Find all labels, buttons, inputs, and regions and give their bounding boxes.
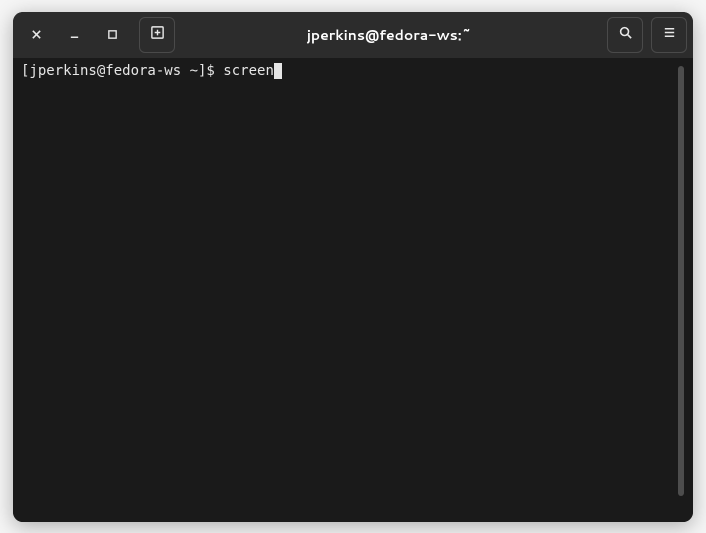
hamburger-menu-icon — [662, 25, 677, 45]
terminal-content[interactable]: [jperkins@fedora-ws ~]$ screen — [21, 62, 677, 518]
shell-prompt: [jperkins@fedora-ws ~]$ — [21, 63, 223, 79]
minimize-icon — [69, 29, 80, 40]
minimize-button[interactable] — [57, 18, 91, 52]
menu-button[interactable] — [651, 17, 687, 53]
typed-command: screen — [223, 63, 274, 79]
maximize-button[interactable] — [95, 18, 129, 52]
terminal-area[interactable]: [jperkins@fedora-ws ~]$ screen — [13, 58, 693, 522]
close-icon — [31, 29, 42, 40]
text-cursor — [274, 63, 282, 79]
scrollbar[interactable] — [677, 62, 685, 518]
window-title: jperkins@fedora-ws:~ — [179, 25, 599, 45]
search-button[interactable] — [607, 17, 643, 53]
new-tab-icon — [150, 25, 165, 45]
search-icon — [618, 25, 633, 45]
close-button[interactable] — [19, 18, 53, 52]
titlebar[interactable]: jperkins@fedora-ws:~ — [13, 12, 693, 58]
new-tab-button[interactable] — [139, 17, 175, 53]
maximize-icon — [107, 29, 118, 40]
scrollbar-thumb[interactable] — [678, 66, 684, 496]
terminal-window: jperkins@fedora-ws:~ [jperkins@fedora-ws… — [13, 12, 693, 522]
